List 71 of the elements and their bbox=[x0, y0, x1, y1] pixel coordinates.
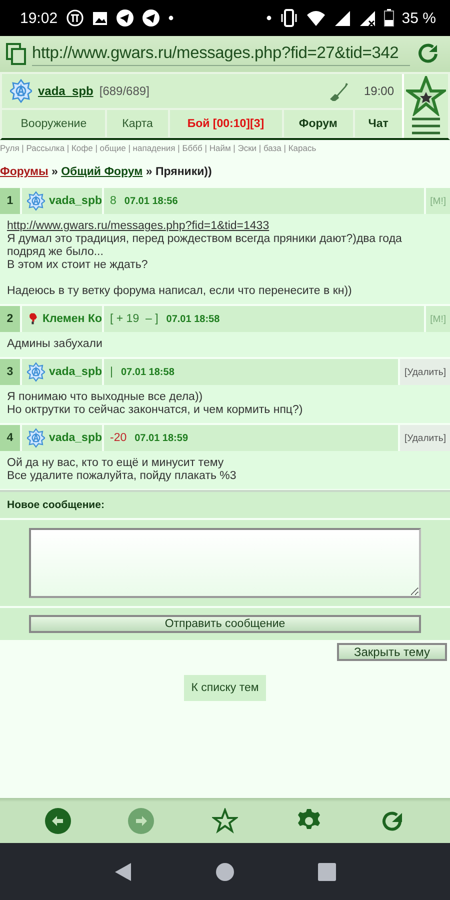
post-text: Ой да ну вас, кто то ещё и минусит тему bbox=[7, 457, 225, 470]
post-date: 07.01 18:58 bbox=[166, 314, 220, 324]
star-icon[interactable] bbox=[212, 808, 238, 834]
form-title: Новое сообщение: bbox=[0, 492, 450, 518]
post-text: Админы забухали bbox=[7, 338, 104, 351]
back-icon[interactable] bbox=[44, 808, 71, 834]
post-text: Я понимаю что выходные все дела)) bbox=[7, 391, 204, 404]
delete-link[interactable]: [Удалить] bbox=[400, 359, 450, 385]
post-date: 07.01 18:59 bbox=[134, 432, 188, 444]
avatar-icon bbox=[27, 360, 45, 384]
server-time: 19:00 bbox=[364, 84, 394, 98]
recents-nav-icon[interactable] bbox=[317, 862, 337, 882]
post-number: 3 bbox=[0, 359, 20, 385]
nav-tab[interactable]: Карта bbox=[107, 110, 168, 137]
avatar-icon bbox=[27, 189, 45, 213]
image-icon bbox=[92, 10, 108, 26]
post-text: Я думал это традиция, перед рождеством всегда пряники дают?)два года подряд же было... bbox=[7, 233, 403, 259]
nav-tab[interactable]: Вооружение bbox=[2, 110, 106, 137]
home-nav-icon[interactable] bbox=[215, 862, 235, 882]
notification-dot-icon bbox=[266, 15, 272, 21]
health-text: [689/689] bbox=[99, 84, 150, 98]
post-text: В этом их стоит не ждать? bbox=[7, 259, 149, 272]
author-name[interactable]: vada_spb bbox=[48, 432, 102, 444]
avatar-icon bbox=[10, 79, 32, 103]
username-link[interactable]: vada_spb bbox=[38, 84, 94, 98]
post-number: 4 bbox=[0, 425, 20, 451]
post-text: Надеюсь в ту ветку форума написал, если что перенесите в кн)) bbox=[7, 285, 353, 298]
breadcrumb-current: Пряники)) bbox=[155, 166, 212, 178]
breadcrumb-link[interactable]: Форумы bbox=[0, 166, 48, 178]
author-name[interactable]: Клемен Ко bbox=[42, 313, 102, 325]
send-button[interactable]: Отправить сообщение bbox=[29, 615, 421, 633]
post-number: 1 bbox=[0, 188, 20, 214]
signal-icon bbox=[334, 10, 351, 26]
post-date: 07.01 18:56 bbox=[124, 196, 178, 206]
tabs-icon[interactable] bbox=[6, 43, 26, 65]
post-text: Но октрутки то сейчас закончатся, и чем кормить нпц?) bbox=[7, 404, 304, 417]
rating-text: | bbox=[110, 366, 113, 378]
post-text: Все удалите пожалуйта, пойду плакать %3 bbox=[7, 470, 238, 483]
post-number: 2 bbox=[0, 306, 20, 332]
battery-icon bbox=[384, 9, 394, 27]
quick-links[interactable]: Руля | Рассылка | Кофе | общие | нападения | Бббб | Найм | Эски | база | Карась bbox=[0, 143, 316, 153]
nav-tab[interactable]: Бой [00:10][3] bbox=[170, 110, 282, 137]
menu-icon[interactable] bbox=[410, 116, 442, 136]
post-date: 07.01 18:58 bbox=[121, 366, 174, 378]
star-logo-icon[interactable] bbox=[406, 76, 446, 116]
author-name[interactable]: vada_spb bbox=[48, 366, 102, 378]
vote-control[interactable]: [ + 19 – ] bbox=[110, 313, 158, 325]
breadcrumb-separator: » bbox=[52, 166, 58, 178]
back-nav-icon[interactable] bbox=[113, 862, 133, 882]
nav-tab[interactable]: Форум bbox=[284, 110, 353, 137]
wifi-icon bbox=[306, 10, 326, 26]
post-link[interactable]: http://www.gwars.ru/messages.php?fid=1&tid=1433 bbox=[7, 220, 270, 232]
breadcrumb-separator: » bbox=[146, 166, 152, 178]
battery-level: 35 % bbox=[402, 10, 436, 26]
clock: 19:02 bbox=[20, 10, 58, 26]
breadcrumb-link[interactable]: Общий Форум bbox=[61, 166, 143, 178]
rating-text: -20 bbox=[110, 432, 127, 444]
telegram-icon bbox=[116, 9, 134, 27]
nav-tab[interactable]: Чат bbox=[354, 110, 402, 137]
signal-icon bbox=[358, 10, 376, 26]
message-input[interactable] bbox=[29, 528, 421, 598]
delete-link[interactable]: [Удалить] bbox=[400, 425, 450, 451]
telegram-icon bbox=[142, 9, 160, 27]
topic-list-link[interactable]: К списку тем bbox=[184, 675, 266, 701]
rating-text: 8 bbox=[110, 195, 116, 207]
close-topic-button[interactable]: Закрыть тему bbox=[337, 643, 447, 661]
notification-dot-icon bbox=[168, 15, 174, 21]
avatar-icon bbox=[27, 426, 45, 450]
pi-icon bbox=[66, 9, 84, 27]
vibrate-icon bbox=[280, 9, 298, 27]
author-name[interactable]: vada_spb bbox=[48, 195, 102, 207]
